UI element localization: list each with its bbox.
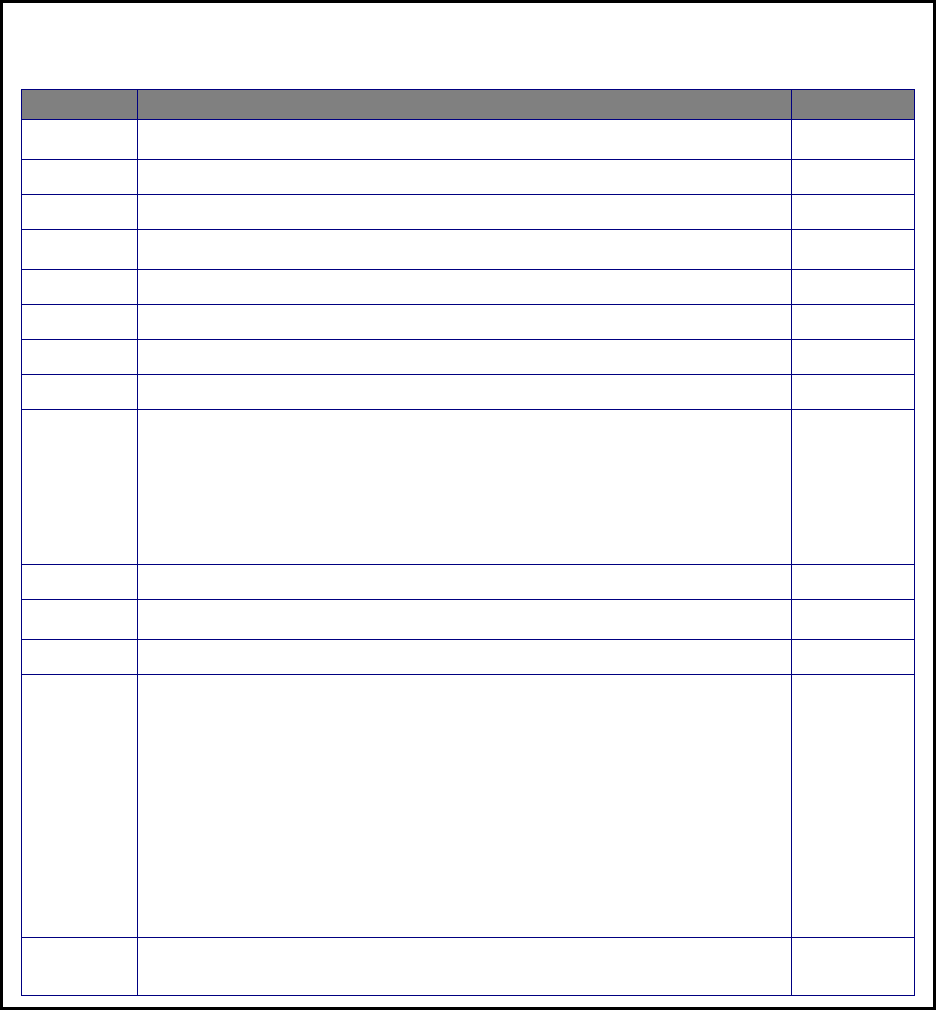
table-row	[22, 410, 915, 565]
cell	[22, 565, 138, 600]
table-row	[22, 270, 915, 305]
cell	[138, 565, 792, 600]
table-row	[22, 600, 915, 640]
table-row	[22, 305, 915, 340]
cell	[792, 410, 915, 565]
data-table	[21, 89, 915, 996]
table-row	[22, 375, 915, 410]
cell	[792, 600, 915, 640]
cell	[792, 305, 915, 340]
cell	[22, 270, 138, 305]
cell	[792, 640, 915, 675]
cell	[792, 340, 915, 375]
cell	[138, 938, 792, 996]
cell	[138, 120, 792, 160]
cell	[22, 640, 138, 675]
cell	[22, 305, 138, 340]
table-row	[22, 938, 915, 996]
cell	[792, 938, 915, 996]
cell	[138, 305, 792, 340]
table-body	[22, 120, 915, 996]
table-row	[22, 640, 915, 675]
cell	[22, 410, 138, 565]
table-row	[22, 675, 915, 938]
table-row	[22, 230, 915, 270]
cell	[22, 120, 138, 160]
cell	[792, 565, 915, 600]
cell	[792, 230, 915, 270]
cell	[138, 675, 792, 938]
cell	[22, 160, 138, 195]
cell	[138, 410, 792, 565]
cell	[138, 230, 792, 270]
table-row	[22, 195, 915, 230]
cell	[792, 270, 915, 305]
cell	[792, 675, 915, 938]
cell	[792, 160, 915, 195]
cell	[22, 195, 138, 230]
cell	[22, 600, 138, 640]
cell	[792, 195, 915, 230]
cell	[138, 600, 792, 640]
header-cell-3	[792, 90, 915, 120]
cell	[22, 675, 138, 938]
header-row	[22, 90, 915, 120]
cell	[22, 230, 138, 270]
table-row	[22, 160, 915, 195]
table-row	[22, 340, 915, 375]
cell	[22, 375, 138, 410]
cell	[22, 938, 138, 996]
cell	[792, 120, 915, 160]
cell	[138, 160, 792, 195]
cell	[22, 340, 138, 375]
table-row	[22, 120, 915, 160]
cell	[138, 375, 792, 410]
cell	[138, 340, 792, 375]
cell	[792, 375, 915, 410]
document-page	[0, 0, 936, 1010]
cell	[138, 270, 792, 305]
cell	[138, 195, 792, 230]
header-cell-1	[22, 90, 138, 120]
table-row	[22, 565, 915, 600]
cell	[138, 640, 792, 675]
header-cell-2	[138, 90, 792, 120]
